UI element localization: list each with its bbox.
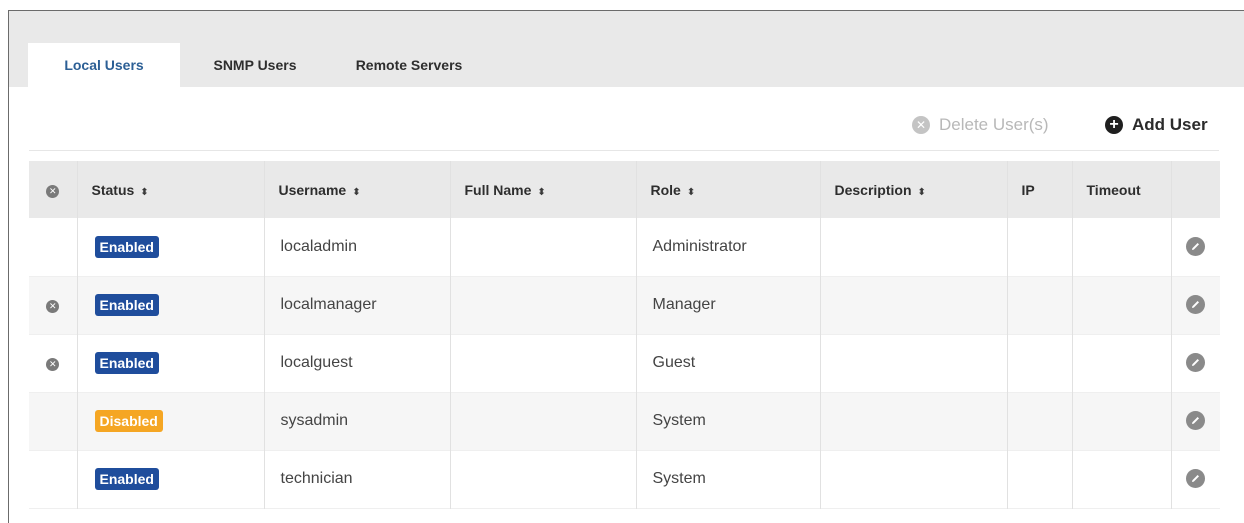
- column-header-timeout: Timeout: [1072, 161, 1172, 218]
- edit-cell: [1171, 276, 1220, 334]
- column-header-actions: [1171, 161, 1220, 218]
- tab-bar: Local Users SNMP Users Remote Servers: [9, 11, 1244, 87]
- role-cell: Administrator: [636, 218, 821, 276]
- username-cell: technician: [264, 450, 451, 508]
- sort-icon: ⬍: [537, 186, 546, 198]
- add-user-button[interactable]: + Add User: [1105, 112, 1208, 138]
- table-row: ✕ Enabled localmanager Manager: [29, 276, 1220, 334]
- tab-snmp-users[interactable]: SNMP Users: [200, 43, 310, 87]
- description-cell: [820, 450, 1008, 508]
- row-select-cell: ✕: [29, 276, 78, 334]
- sort-icon: ⬍: [352, 186, 361, 198]
- role-cell: Manager: [636, 276, 821, 334]
- ip-cell: [1007, 392, 1073, 450]
- row-select-cell: [29, 218, 78, 276]
- full-name-cell: [450, 450, 637, 508]
- column-header-label: Description: [834, 181, 912, 198]
- edit-cell: [1171, 450, 1220, 508]
- full-name-cell: [450, 334, 637, 392]
- timeout-cell: [1072, 450, 1172, 508]
- ip-cell: [1007, 334, 1073, 392]
- select-all-cell: ✕: [29, 161, 78, 218]
- column-header-label: Username: [278, 181, 347, 198]
- username-cell: sysadmin: [264, 392, 451, 450]
- sort-icon: ⬍: [140, 186, 149, 198]
- username-cell: localguest: [264, 334, 451, 392]
- column-header-status[interactable]: Status ⬍: [77, 161, 265, 218]
- status-cell: Disabled: [77, 392, 265, 450]
- timeout-cell: [1072, 276, 1172, 334]
- edit-cell: [1171, 392, 1220, 450]
- edit-cell: [1171, 334, 1220, 392]
- full-name-cell: [450, 392, 637, 450]
- column-header-full-name[interactable]: Full Name ⬍: [450, 161, 637, 218]
- column-header-label: Timeout: [1086, 181, 1141, 198]
- username-cell: localadmin: [264, 218, 451, 276]
- delete-users-button[interactable]: ✕ Delete User(s): [912, 112, 1049, 138]
- timeout-cell: [1072, 218, 1172, 276]
- status-cell: Enabled: [77, 450, 265, 508]
- add-user-label: Add User: [1132, 115, 1208, 134]
- timeout-cell: [1072, 392, 1172, 450]
- role-cell: System: [636, 450, 821, 508]
- status-cell: Enabled: [77, 276, 265, 334]
- select-all-remove-icon[interactable]: ✕: [46, 185, 60, 198]
- description-cell: [820, 276, 1008, 334]
- column-header-username[interactable]: Username ⬍: [264, 161, 451, 218]
- column-header-label: Full Name: [464, 181, 532, 198]
- role-cell: Guest: [636, 334, 821, 392]
- timeout-cell: [1072, 334, 1172, 392]
- column-header-label: IP: [1021, 181, 1035, 198]
- status-badge: Enabled: [94, 468, 159, 490]
- status-badge: Enabled: [94, 352, 159, 374]
- row-select-cell: [29, 392, 78, 450]
- full-name-cell: [450, 276, 637, 334]
- plus-circle-icon: +: [1105, 116, 1123, 134]
- column-header-label: Role: [650, 181, 681, 198]
- row-remove-icon[interactable]: ✕: [46, 358, 60, 371]
- column-header-label: Status: [91, 181, 135, 198]
- role-cell: System: [636, 392, 821, 450]
- table-row: ✕ Enabled localguest Guest: [29, 334, 1220, 392]
- column-header-description[interactable]: Description ⬍: [820, 161, 1008, 218]
- status-cell: Enabled: [77, 334, 265, 392]
- toolbar-divider: [29, 150, 1219, 151]
- description-cell: [820, 218, 1008, 276]
- description-cell: [820, 334, 1008, 392]
- status-badge: Enabled: [94, 294, 159, 316]
- remove-circle-icon: ✕: [912, 116, 930, 134]
- edit-cell: [1171, 218, 1220, 276]
- edit-pencil-icon[interactable]: [1186, 411, 1206, 430]
- edit-pencil-icon[interactable]: [1186, 469, 1206, 488]
- full-name-cell: [450, 218, 637, 276]
- edit-pencil-icon[interactable]: [1186, 353, 1206, 372]
- ip-cell: [1007, 450, 1073, 508]
- users-table: ✕ Status ⬍ Username ⬍ Full Name ⬍ Role ⬍ Des…: [29, 161, 1220, 509]
- table-row: Disabled sysadmin System: [29, 392, 1220, 450]
- delete-users-label: Delete User(s): [939, 115, 1049, 134]
- ip-cell: [1007, 218, 1073, 276]
- status-badge: Disabled: [94, 410, 163, 432]
- status-badge: Enabled: [94, 235, 159, 258]
- ip-cell: [1007, 276, 1073, 334]
- row-remove-icon[interactable]: ✕: [46, 300, 60, 313]
- column-header-ip: IP: [1007, 161, 1073, 218]
- edit-pencil-icon[interactable]: [1186, 295, 1206, 314]
- row-select-cell: [29, 450, 78, 508]
- table-header-row: ✕ Status ⬍ Username ⬍ Full Name ⬍ Role ⬍ Des…: [29, 161, 1220, 218]
- tab-remote-servers[interactable]: Remote Servers: [338, 43, 480, 87]
- table-row: Enabled localadmin Administrator: [29, 218, 1220, 276]
- table-row: Enabled technician System: [29, 450, 1220, 508]
- sort-icon: ⬍: [917, 186, 926, 198]
- username-cell: localmanager: [264, 276, 451, 334]
- edit-pencil-icon[interactable]: [1186, 236, 1206, 256]
- description-cell: [820, 392, 1008, 450]
- status-cell: Enabled: [77, 218, 265, 276]
- tab-local-users[interactable]: Local Users: [28, 43, 180, 87]
- column-header-role[interactable]: Role ⬍: [636, 161, 821, 218]
- row-select-cell: ✕: [29, 334, 78, 392]
- sort-icon: ⬍: [686, 186, 696, 198]
